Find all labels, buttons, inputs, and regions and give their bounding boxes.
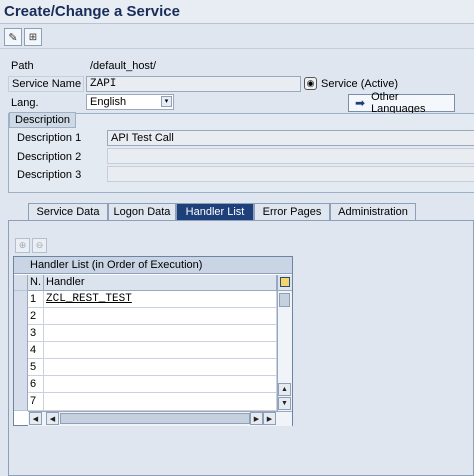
tab-logon-data[interactable]: Logon Data bbox=[108, 203, 176, 221]
delete-row-icon: ⊖ bbox=[35, 240, 44, 250]
service-name-label: Service Name bbox=[8, 76, 84, 92]
handler-cell[interactable]: ZCL_REST_TEST bbox=[44, 291, 277, 308]
title-bar: Create/Change a Service bbox=[0, 0, 474, 24]
grid-title: Handler List (in Order of Execution) bbox=[14, 257, 292, 274]
arrow-right-icon: ➡ bbox=[355, 96, 366, 110]
delete-row-button[interactable]: ⊖ bbox=[32, 238, 47, 253]
tab-administration[interactable]: Administration bbox=[330, 203, 416, 221]
row-number: 4 bbox=[28, 342, 44, 359]
column-header-n[interactable]: N. bbox=[28, 275, 44, 291]
tab-strip: Service Data Logon Data Handler List Err… bbox=[8, 203, 474, 221]
window-title: Create/Change a Service bbox=[4, 3, 180, 20]
layout-config-button[interactable] bbox=[277, 275, 292, 291]
language-value: English bbox=[90, 96, 127, 108]
vertical-scrollbar[interactable]: ▲ ▼ bbox=[277, 291, 292, 411]
handler-cell[interactable] bbox=[44, 393, 277, 411]
arrow-up-icon: ▲ bbox=[281, 386, 288, 393]
horizontal-scrollbar[interactable]: ◀ ▶ ▶ bbox=[46, 411, 277, 426]
other-languages-label: Other Languages bbox=[371, 91, 426, 115]
tab-handler-list[interactable]: Handler List bbox=[176, 203, 254, 221]
service-name-input[interactable]: ZAPI bbox=[86, 76, 301, 92]
handler-cell[interactable] bbox=[44, 376, 277, 393]
description-2-label: Description 2 bbox=[17, 151, 82, 163]
row-number: 6 bbox=[28, 376, 44, 393]
handler-cell[interactable] bbox=[44, 359, 277, 376]
application-toolbar: ✎ ⊞ bbox=[0, 25, 474, 49]
scroll-down-button[interactable]: ▼ bbox=[278, 397, 291, 410]
language-select[interactable]: English ▾ bbox=[86, 94, 174, 110]
scroll-left-button[interactable]: ◀ bbox=[46, 412, 59, 425]
description-group-title: Description bbox=[9, 112, 77, 128]
column-header-handler[interactable]: Handler bbox=[44, 275, 277, 291]
row-number: 7 bbox=[28, 393, 44, 411]
handler-grid: Handler List (in Order of Execution) N. … bbox=[13, 256, 293, 426]
arrow-down-icon: ▼ bbox=[281, 400, 288, 407]
handler-cell[interactable] bbox=[44, 342, 277, 359]
path-label: Path bbox=[11, 60, 34, 72]
arrow-left-icon: ◀ bbox=[32, 415, 39, 423]
scrollbar-corner bbox=[277, 411, 292, 426]
hierarchy-button[interactable]: ⊞ bbox=[24, 28, 42, 46]
scroll-left-button[interactable]: ◀ bbox=[29, 412, 42, 425]
hierarchy-icon: ⊞ bbox=[28, 31, 38, 43]
fixed-column-scrollbar[interactable]: ◀ bbox=[28, 411, 46, 426]
scroll-right-end-button[interactable]: ▶ bbox=[263, 412, 276, 425]
dropdown-icon[interactable]: ▾ bbox=[161, 96, 172, 107]
row-number: 5 bbox=[28, 359, 44, 376]
horizontal-scroll-thumb[interactable] bbox=[60, 413, 250, 424]
row-number: 1 bbox=[28, 291, 44, 308]
description-2-input[interactable] bbox=[107, 148, 474, 164]
description-1-label: Description 1 bbox=[17, 132, 82, 144]
other-languages-button[interactable]: ➡ Other Languages bbox=[348, 91, 455, 115]
description-1-input[interactable]: API Test Call bbox=[107, 130, 474, 146]
row-number: 2 bbox=[28, 308, 44, 325]
insert-row-button[interactable]: ⊕ bbox=[15, 238, 30, 253]
tab-error-pages[interactable]: Error Pages bbox=[254, 203, 330, 221]
table-settings-icon bbox=[280, 277, 290, 287]
service-status: Service (Active) bbox=[321, 78, 399, 90]
scroll-up-button[interactable]: ▲ bbox=[278, 383, 291, 396]
row-selector-column[interactable] bbox=[14, 291, 28, 411]
vertical-scroll-thumb[interactable] bbox=[279, 293, 290, 307]
handler-cell[interactable] bbox=[44, 325, 277, 342]
description-3-label: Description 3 bbox=[17, 169, 82, 181]
description-3-input[interactable] bbox=[107, 166, 474, 182]
row-number: 3 bbox=[28, 325, 44, 342]
lang-label: Lang. bbox=[11, 97, 39, 109]
display-change-button[interactable]: ✎ bbox=[4, 28, 22, 46]
arrow-left-icon: ◀ bbox=[49, 415, 56, 423]
path-value: /default_host/ bbox=[90, 60, 157, 72]
handler-cell[interactable] bbox=[44, 308, 277, 325]
tab-service-data[interactable]: Service Data bbox=[28, 203, 108, 221]
arrow-right-icon: ▶ bbox=[266, 415, 273, 423]
service-status-icon: ◉ bbox=[304, 77, 317, 90]
insert-row-icon: ⊕ bbox=[18, 240, 27, 250]
arrow-right-icon: ▶ bbox=[253, 415, 260, 423]
scroll-right-button[interactable]: ▶ bbox=[250, 412, 263, 425]
select-all-cell[interactable] bbox=[14, 275, 28, 291]
pencil-glasses-icon: ✎ bbox=[8, 31, 18, 44]
